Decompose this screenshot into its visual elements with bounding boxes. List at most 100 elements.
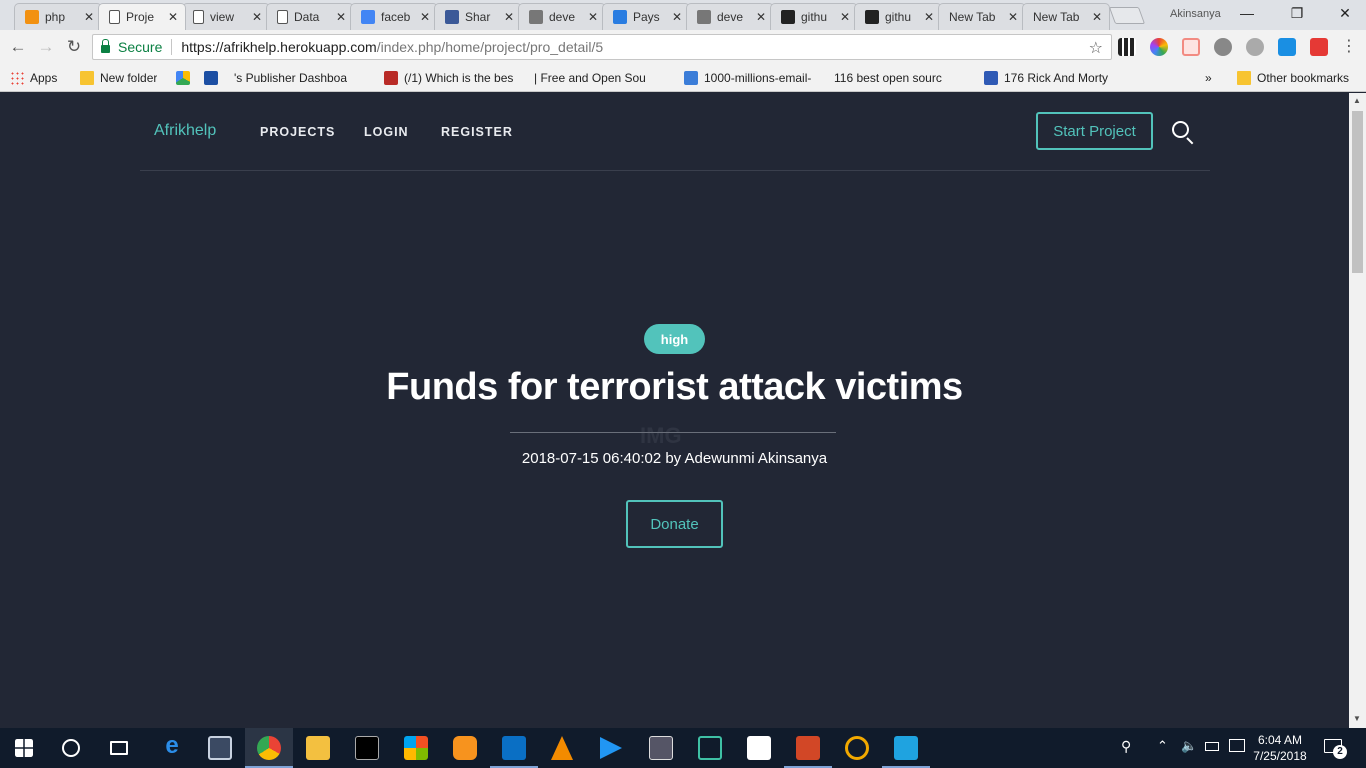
- bookmark-label: | Free and Open Sou: [534, 71, 646, 85]
- bookmark-item[interactable]: 176 Rick And Morty: [984, 70, 1108, 86]
- lock-icon: [101, 39, 110, 53]
- forward-icon[interactable]: →: [35, 36, 57, 58]
- back-icon[interactable]: ←: [7, 36, 29, 58]
- powerpoint-icon[interactable]: [796, 736, 820, 760]
- browser-tab[interactable]: faceb ✕: [350, 3, 438, 30]
- browser-tab[interactable]: Proje ✕: [98, 3, 186, 30]
- circle-extension-icon[interactable]: [1214, 38, 1232, 56]
- close-window-icon[interactable]: ✕: [1330, 5, 1360, 22]
- video-extension-icon[interactable]: [1310, 38, 1328, 56]
- file-explorer-icon[interactable]: [306, 736, 330, 760]
- bookmark-item[interactable]: 's Publisher Dashboa: [234, 70, 347, 86]
- edge-icon[interactable]: e: [160, 732, 184, 759]
- volume-muted-icon[interactable]: 🔈: [1181, 738, 1197, 754]
- browser-tab[interactable]: New Tab ✕: [1022, 3, 1110, 30]
- tab-title: Proje: [126, 10, 155, 24]
- bookmark-star-icon[interactable]: ☆: [1089, 38, 1103, 58]
- browser-tab[interactable]: Shar ✕: [434, 3, 522, 30]
- minimize-icon[interactable]: —: [1232, 5, 1262, 21]
- bookmark-item[interactable]: 116 best open sourc: [834, 70, 942, 86]
- browser-tab[interactable]: php ✕: [14, 3, 102, 30]
- people-icon[interactable]: ⚲: [1121, 738, 1131, 755]
- uc-browser-icon[interactable]: [453, 736, 477, 760]
- menu-icon[interactable]: ⋮: [1338, 36, 1360, 58]
- bookmark-item[interactable]: New folder: [80, 70, 157, 86]
- puzzle-extension-icon[interactable]: [1246, 38, 1264, 56]
- close-tab-icon[interactable]: ✕: [251, 10, 263, 24]
- close-tab-icon[interactable]: ✕: [167, 10, 179, 24]
- play-icon[interactable]: [600, 737, 622, 759]
- start-icon[interactable]: [15, 739, 33, 757]
- clapper-icon[interactable]: [649, 736, 673, 760]
- network-icon[interactable]: [1229, 739, 1245, 752]
- terminal-icon[interactable]: [355, 736, 379, 760]
- close-tab-icon[interactable]: ✕: [755, 10, 767, 24]
- search-icon[interactable]: [1172, 121, 1189, 138]
- browser-tab[interactable]: githu ✕: [854, 3, 942, 30]
- browser-tab[interactable]: view ✕: [182, 3, 270, 30]
- bookmark-item[interactable]: 1000-millions-email-: [684, 70, 811, 86]
- close-tab-icon[interactable]: ✕: [671, 10, 683, 24]
- vlc-icon[interactable]: [551, 736, 573, 760]
- scroll-up-icon[interactable]: ▲: [1353, 96, 1361, 105]
- close-tab-icon[interactable]: ✕: [419, 10, 431, 24]
- vscode-icon[interactable]: [502, 736, 526, 760]
- close-tab-icon[interactable]: ✕: [1007, 10, 1019, 24]
- reload-icon[interactable]: ↻: [63, 36, 85, 58]
- site-brand-link[interactable]: Afrikhelp: [154, 122, 216, 140]
- page-scrollbar[interactable]: ▲ ▼: [1349, 93, 1366, 728]
- address-bar[interactable]: Secure https://afrikhelp.herokuapp.com/i…: [92, 34, 1112, 60]
- browser-tab[interactable]: deve ✕: [686, 3, 774, 30]
- microsoft-store-icon[interactable]: [404, 736, 428, 760]
- photos-app-icon[interactable]: [845, 736, 869, 760]
- page-content: Afrikhelp PROJECTS LOGIN REGISTER Start …: [0, 93, 1349, 728]
- store-bag-icon[interactable]: [208, 736, 232, 760]
- bookmark-item[interactable]: | Free and Open Sou: [534, 70, 646, 86]
- scroll-thumb[interactable]: [1352, 111, 1363, 273]
- page-icon: [193, 10, 204, 24]
- bookmark-item[interactable]: Other bookmarks: [1237, 70, 1349, 86]
- task-view-icon[interactable]: [110, 741, 128, 755]
- tray-chevron-icon[interactable]: ⌃: [1157, 738, 1168, 754]
- close-tab-icon[interactable]: ✕: [1091, 10, 1103, 24]
- bookmark-item[interactable]: Apps: [10, 70, 57, 86]
- nav-login[interactable]: LOGIN: [364, 125, 409, 139]
- browser-tab[interactable]: Pays ✕: [602, 3, 690, 30]
- battery-icon[interactable]: [1205, 742, 1219, 751]
- bookmark-item[interactable]: [176, 70, 196, 86]
- close-tab-icon[interactable]: ✕: [923, 10, 935, 24]
- bookmark-item[interactable]: (/1) Which is the bes: [384, 70, 513, 86]
- nav-projects[interactable]: PROJECTS: [260, 125, 335, 139]
- chrome-icon[interactable]: [257, 736, 281, 760]
- new-tab-button[interactable]: [1108, 7, 1146, 24]
- close-tab-icon[interactable]: ✕: [83, 10, 95, 24]
- bookmark-item[interactable]: [204, 70, 224, 86]
- scroll-down-icon[interactable]: ▼: [1353, 714, 1361, 723]
- tab-title: New Tab: [1033, 10, 1080, 24]
- close-tab-icon[interactable]: ✕: [503, 10, 515, 24]
- screen-extension-icon[interactable]: [1278, 38, 1296, 56]
- arrow-extension-icon[interactable]: [1182, 38, 1200, 56]
- restore-icon[interactable]: ❐: [1282, 5, 1312, 22]
- color-picker-extension-icon[interactable]: [1150, 38, 1168, 56]
- taskbar-clock[interactable]: 6:04 AM 7/25/2018: [1252, 732, 1308, 764]
- close-tab-icon[interactable]: ✕: [335, 10, 347, 24]
- nav-register[interactable]: REGISTER: [441, 125, 513, 139]
- grid-extension-icon[interactable]: [1118, 38, 1136, 56]
- remote-app-icon[interactable]: [894, 736, 918, 760]
- tab-title: githu: [801, 10, 828, 24]
- browser-tab[interactable]: githu ✕: [770, 3, 858, 30]
- sticky-notes-icon[interactable]: [747, 736, 771, 760]
- robot-app-icon[interactable]: [698, 736, 722, 760]
- close-tab-icon[interactable]: ✕: [587, 10, 599, 24]
- start-project-button[interactable]: Start Project: [1036, 112, 1153, 150]
- browser-tab[interactable]: Data ✕: [266, 3, 354, 30]
- search-taskbar-icon[interactable]: [62, 739, 80, 757]
- close-tab-icon[interactable]: ✕: [839, 10, 851, 24]
- browser-tab[interactable]: New Tab ✕: [938, 3, 1026, 30]
- browser-tab[interactable]: deve ✕: [518, 3, 606, 30]
- bookmarks-overflow-icon[interactable]: »: [1205, 70, 1212, 86]
- donate-button[interactable]: Donate: [626, 500, 723, 548]
- tab-title: php: [45, 10, 66, 24]
- profile-name[interactable]: Akinsanya: [1170, 8, 1221, 20]
